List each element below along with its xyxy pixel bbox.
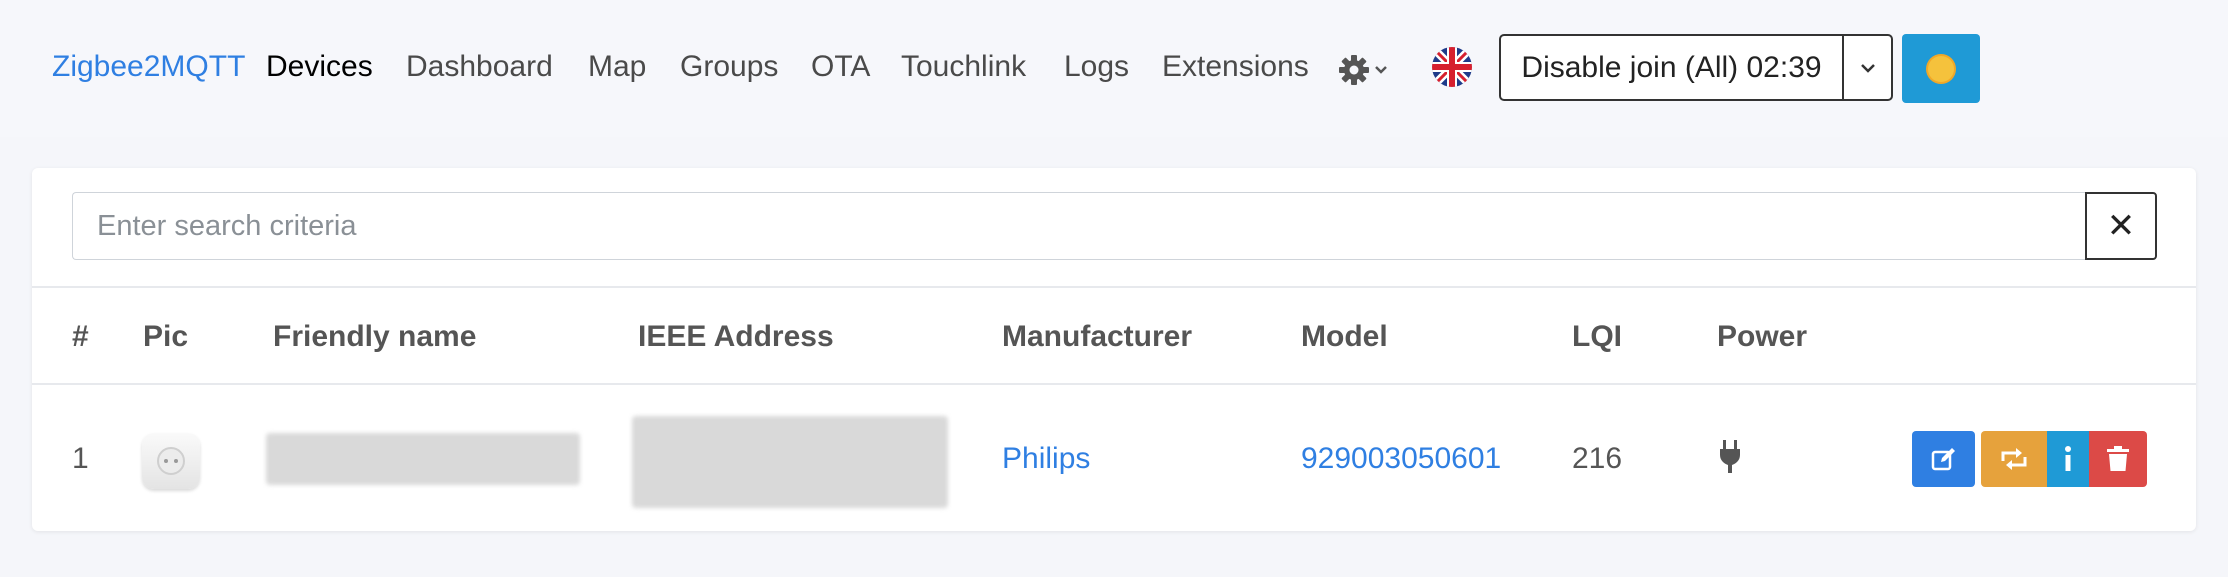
delete-icon (2107, 446, 2129, 471)
lqi-value: 216 (1572, 442, 1623, 475)
divider (32, 383, 2196, 385)
row-actions (1912, 431, 2147, 487)
manufacturer-link[interactable]: Philips (1002, 442, 1090, 476)
plug-icon (1720, 440, 1740, 473)
ieee-address-redacted (632, 416, 948, 508)
model-link[interactable]: 929003050601 (1301, 442, 1501, 476)
nav-ota[interactable]: OTA (811, 50, 870, 84)
header-index[interactable]: # (72, 320, 89, 354)
edit-icon (1931, 448, 1955, 471)
sun-icon (1928, 55, 1954, 82)
uk-flag-icon[interactable] (1432, 47, 1472, 87)
header-pic: Pic (143, 320, 189, 353)
nav-groups[interactable]: Groups (680, 50, 778, 84)
devices-card: ✕ # Pic Friendly name IEEE Address Manuf… (32, 168, 2196, 531)
header-manufacturer[interactable]: Manufacturer (1002, 320, 1192, 354)
reconfigure-icon (2001, 448, 2027, 470)
friendly-name-redacted[interactable] (266, 433, 580, 485)
join-dropdown-toggle[interactable] (1842, 36, 1891, 99)
chevron-down-icon (1860, 63, 1875, 73)
search-input[interactable] (72, 192, 2086, 260)
divider (32, 286, 2196, 288)
top-navbar: Zigbee2MQTT Devices Dashboard Map Groups… (0, 0, 2228, 137)
disable-join-button[interactable]: Disable join (All) 02:39 (1501, 36, 1842, 99)
nav-devices[interactable]: Devices (266, 50, 373, 84)
clear-search-button[interactable]: ✕ (2085, 192, 2157, 260)
nav-map[interactable]: Map (588, 50, 646, 84)
edit-button[interactable] (1912, 431, 1975, 487)
settings-dropdown[interactable] (1338, 50, 1398, 90)
header-lqi[interactable]: LQI (1572, 320, 1622, 354)
brand-link[interactable]: Zigbee2MQTT (52, 50, 245, 84)
nav-dashboard[interactable]: Dashboard (406, 50, 553, 84)
nav-touchlink[interactable]: Touchlink (901, 50, 1026, 84)
gear-icon (1339, 55, 1369, 85)
header-power[interactable]: Power (1717, 320, 1807, 354)
header-model[interactable]: Model (1301, 320, 1388, 354)
chevron-down-icon (1375, 66, 1387, 74)
delete-button[interactable] (2089, 431, 2147, 487)
reconfigure-button[interactable] (1981, 431, 2047, 487)
info-button[interactable] (2047, 431, 2089, 487)
permit-join-group: Disable join (All) 02:39 (1499, 34, 1893, 101)
header-friendly-name[interactable]: Friendly name (273, 320, 476, 354)
device-picture (142, 433, 200, 489)
search-row: ✕ (72, 192, 2157, 262)
info-icon (2065, 446, 2071, 471)
header-ieee-address[interactable]: IEEE Address (638, 320, 834, 354)
row-index: 1 (72, 442, 89, 475)
theme-toggle-button[interactable] (1902, 34, 1980, 103)
nav-extensions[interactable]: Extensions (1162, 50, 1309, 84)
nav-logs[interactable]: Logs (1064, 50, 1129, 84)
